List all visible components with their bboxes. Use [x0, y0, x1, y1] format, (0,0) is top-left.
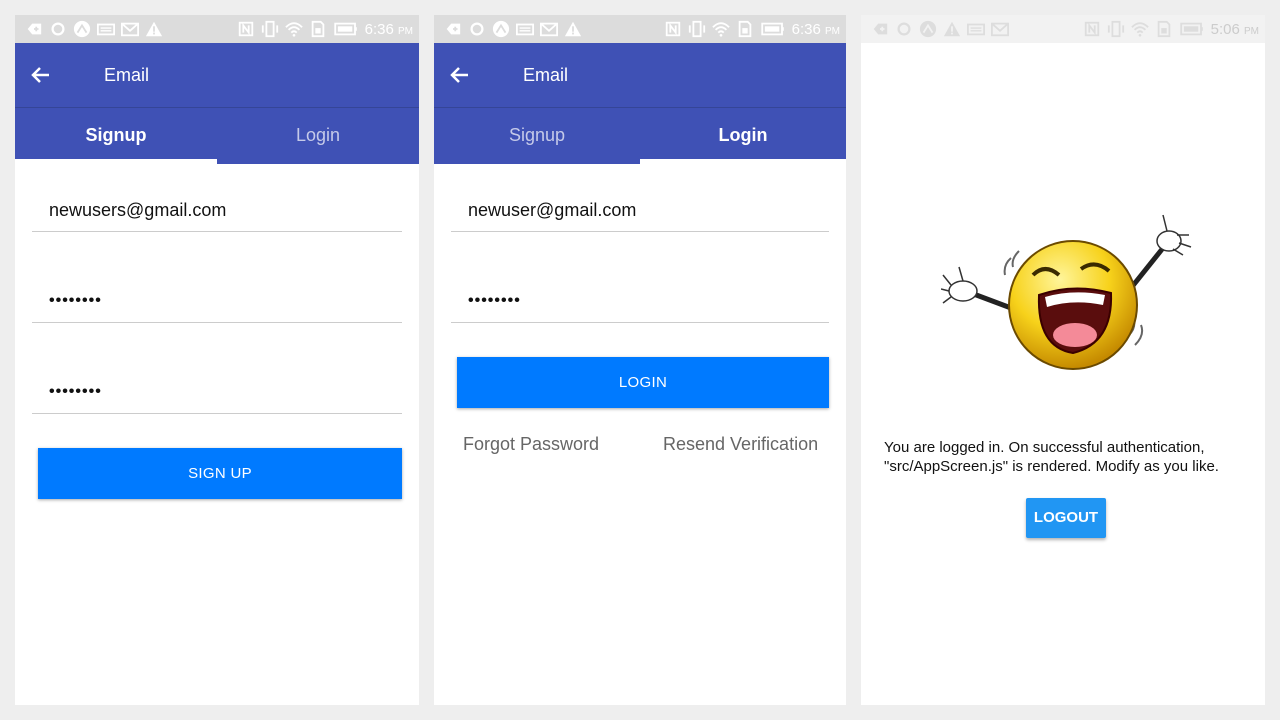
vibrate-icon [261, 20, 278, 38]
tab-indicator [15, 159, 217, 164]
mail-icon [540, 22, 558, 37]
login-button[interactable]: LOGIN [457, 357, 829, 408]
wifi-icon [711, 22, 730, 37]
tab-bar: Signup Login [434, 107, 846, 164]
nfc-icon [665, 21, 680, 37]
tab-signup[interactable]: Signup [15, 108, 217, 164]
app-bar: Email [434, 43, 846, 107]
sim-icon [1157, 20, 1170, 38]
keyboard-icon [967, 23, 985, 36]
add-icon [873, 23, 888, 35]
status-bar: 5:06 PM [861, 15, 1265, 43]
battery-icon [333, 22, 357, 36]
wifi-icon [1130, 22, 1149, 37]
password-field[interactable]: •••••••• [32, 283, 402, 323]
email-field[interactable]: newusers@gmail.com [32, 192, 402, 232]
expo-icon [919, 20, 937, 38]
logged-in-screen: 5:06 PM You are logged in. On successful… [861, 15, 1265, 705]
keyboard-icon [516, 23, 534, 36]
email-value: newusers@gmail.com [49, 200, 227, 220]
sim-icon [738, 20, 751, 38]
tab-bar: Signup Login [15, 107, 419, 164]
battery-icon [1179, 22, 1203, 36]
add-icon [446, 23, 461, 35]
vibrate-icon [688, 20, 705, 38]
expo-icon [73, 20, 91, 38]
tab-signup[interactable]: Signup [434, 108, 640, 164]
status-bar: 6:36 PM [15, 15, 419, 43]
tab-login[interactable]: Login [640, 108, 846, 164]
password-field[interactable]: •••••••• [451, 283, 829, 323]
signup-screen: 6:36 PM Email Signup Login newusers@gmai… [15, 15, 419, 705]
expo-icon [492, 20, 510, 38]
sync-icon [51, 22, 65, 36]
status-notification-icons [871, 20, 1009, 38]
status-system-icons: 5:06 PM [1083, 20, 1259, 38]
app-bar: Email [15, 43, 419, 107]
status-bar: 6:36 PM [434, 15, 846, 43]
laughing-emoji-image [941, 214, 1192, 370]
confirm-password-value: •••••••• [49, 383, 102, 400]
sync-icon [470, 22, 484, 36]
status-time: 5:06 PM [1210, 20, 1259, 38]
resend-verification-link[interactable]: Resend Verification [663, 434, 818, 455]
nfc-icon [1084, 21, 1099, 37]
status-system-icons: 6:36 PM [664, 20, 840, 38]
forgot-password-link[interactable]: Forgot Password [463, 434, 599, 455]
sign-up-button[interactable]: SIGN UP [38, 448, 402, 499]
tab-login[interactable]: Login [217, 108, 419, 164]
battery-icon [760, 22, 784, 36]
warning-icon [564, 21, 582, 37]
logged-in-message: You are logged in. On successful authent… [884, 439, 1219, 475]
warning-icon [943, 21, 961, 37]
sync-icon [897, 22, 911, 36]
email-value: newuser@gmail.com [468, 200, 637, 220]
nfc-icon [238, 21, 253, 37]
back-arrow-icon[interactable] [31, 65, 51, 85]
mail-icon [991, 22, 1009, 37]
login-screen: 6:36 PM Email Signup Login newuser@gmail… [434, 15, 846, 705]
wifi-icon [284, 22, 303, 37]
status-notification-icons [25, 20, 163, 38]
password-value: •••••••• [468, 292, 521, 309]
status-system-icons: 6:36 PM [237, 20, 413, 38]
status-time: 6:36 PM [364, 20, 413, 38]
page-title: Email [523, 65, 569, 85]
vibrate-icon [1107, 20, 1124, 38]
mail-icon [121, 22, 139, 37]
email-field[interactable]: newuser@gmail.com [451, 192, 829, 232]
status-time: 6:36 PM [791, 20, 840, 38]
keyboard-icon [97, 23, 115, 36]
status-notification-icons [444, 20, 582, 38]
sim-icon [311, 20, 324, 38]
add-icon [27, 23, 42, 35]
warning-icon [145, 21, 163, 37]
tab-indicator [640, 159, 846, 164]
back-arrow-icon[interactable] [450, 65, 470, 85]
page-title: Email [104, 65, 150, 85]
password-value: •••••••• [49, 292, 102, 309]
logout-button[interactable]: LOGOUT [1026, 498, 1106, 538]
confirm-password-field[interactable]: •••••••• [32, 374, 402, 414]
